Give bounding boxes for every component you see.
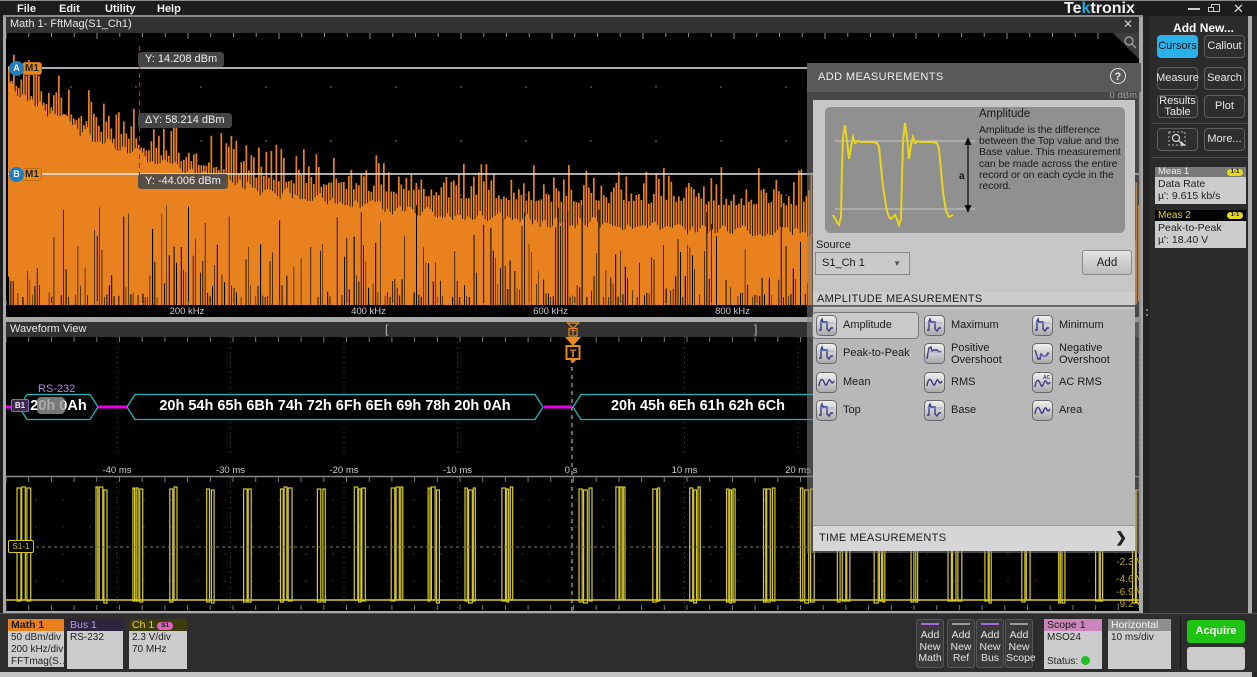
svg-text:AC: AC xyxy=(1043,375,1051,381)
svg-text:T: T xyxy=(571,328,576,337)
svg-text:T: T xyxy=(570,348,577,360)
svg-text:a: a xyxy=(959,171,965,182)
